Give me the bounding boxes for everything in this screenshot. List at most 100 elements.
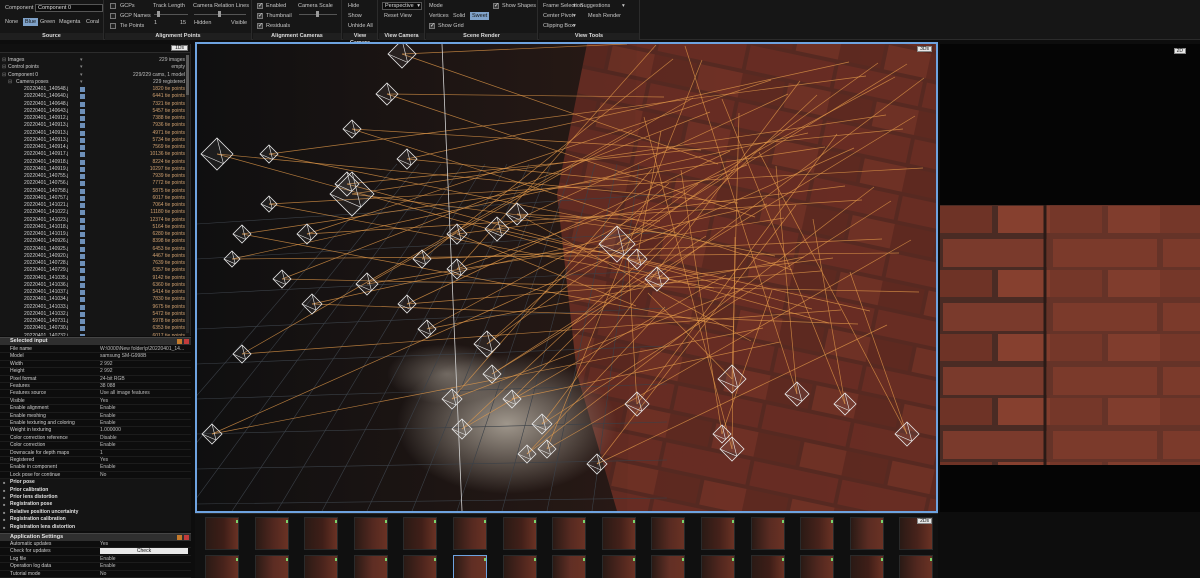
image-thumbnail[interactable] <box>453 555 487 578</box>
tree-item[interactable]: 20220401_140755.j 7939 tie points <box>0 173 190 180</box>
show-shapes-checkbox[interactable] <box>493 2 499 9</box>
image-thumbnail[interactable] <box>403 517 438 550</box>
suggestions-button[interactable]: Suggestions <box>580 3 610 9</box>
property-row[interactable]: Features 38 088 <box>0 383 191 391</box>
property-section[interactable]: Prior calibration <box>0 486 191 494</box>
tree-item[interactable]: 20220401_141032.j 5472 tie points <box>0 311 190 318</box>
residuals-checkbox[interactable] <box>257 22 263 29</box>
image-thumbnail[interactable] <box>800 555 835 578</box>
property-row[interactable]: Features source Use all image features <box>0 390 191 398</box>
image-thumbnail[interactable] <box>651 555 686 578</box>
tree-item[interactable]: 20220401_140913.j 5734 tie points <box>0 137 190 144</box>
image-thumbnail[interactable] <box>651 517 686 550</box>
property-value[interactable]: Enable <box>100 464 188 471</box>
tree-item[interactable]: 20220401_140548.j 1820 tie points <box>0 86 190 93</box>
property-row[interactable]: Enable texturing and coloring Enable <box>0 420 191 428</box>
property-row[interactable]: Model samsung SM-G998B <box>0 353 191 361</box>
tree-item[interactable]: 20220401_140926.j 8398 tie points <box>0 238 190 245</box>
image-thumbnail[interactable] <box>750 555 785 578</box>
setting-row[interactable]: Check for updates Check <box>0 548 191 556</box>
image-thumbnail[interactable] <box>403 555 438 578</box>
frame-selection-chevron-icon[interactable]: ▾ <box>573 3 576 9</box>
property-value[interactable]: Enable <box>100 442 188 449</box>
setting-value[interactable]: Enable <box>100 563 188 570</box>
clipping-box-button[interactable]: Clipping Box <box>543 23 574 29</box>
property-row[interactable]: Height 2 992 <box>0 368 191 376</box>
tree-item[interactable]: 20220401_140912.j 7388 tie points <box>0 115 190 122</box>
viewport-3d-tag[interactable]: 3Ds <box>917 46 932 52</box>
image-thumbnail[interactable] <box>601 517 636 550</box>
tree-item[interactable]: 20220401_141022.j 11180 tie points <box>0 209 190 216</box>
image-thumbnail[interactable] <box>899 555 934 578</box>
image-thumbnail[interactable] <box>353 555 388 578</box>
tree-item[interactable]: 20220401_140917.j 10136 tie points <box>0 151 190 158</box>
image-thumbnail[interactable] <box>205 555 239 578</box>
tree-item[interactable]: 20220401_141036.j 6360 tie points <box>0 282 190 289</box>
property-value[interactable]: No <box>100 472 188 479</box>
tree-item[interactable]: 20220401_141034.j 7830 tie points <box>0 296 190 303</box>
property-row[interactable]: File name W:\0000\New folder\p\20220401_1… <box>0 346 191 354</box>
tree-item[interactable]: 20220401_140918.j 8224 tie points <box>0 159 190 166</box>
property-value[interactable]: Yes <box>100 398 188 405</box>
tree-item[interactable]: 20220401_140913.j 7936 tie points <box>0 122 190 129</box>
mode-sweet[interactable]: Sweet <box>470 12 490 20</box>
tree-item[interactable]: 20220401_140729.j 6357 tie points <box>0 267 190 274</box>
property-section[interactable]: Registration calibration <box>0 516 191 524</box>
tree-item[interactable]: 20220401_140728.j 7639 tie points <box>0 260 190 267</box>
setting-row[interactable]: Operation log data Enable <box>0 563 191 571</box>
property-section[interactable]: Registration lens distortion <box>0 523 191 531</box>
setting-value[interactable]: Enable <box>100 556 188 563</box>
image-thumbnail[interactable] <box>849 555 884 578</box>
tree-item[interactable]: 20220401_141037.j 5414 tie points <box>0 289 190 296</box>
property-value[interactable]: Enable <box>100 405 188 412</box>
viewport-2d[interactable]: 2D <box>940 44 1200 512</box>
camera-relation-slider[interactable] <box>194 11 246 17</box>
property-value[interactable]: Enable <box>100 413 188 420</box>
tree-panel-tag[interactable]: 1Ds <box>171 45 188 51</box>
property-value[interactable]: 24-bit RGB <box>100 376 188 383</box>
tree-item[interactable]: 20220401_140731.j 5978 tie points <box>0 318 190 325</box>
property-row[interactable]: Downscale for depth maps 1 <box>0 450 191 457</box>
color-mode-coral[interactable]: Coral <box>86 19 99 25</box>
image-thumbnail[interactable] <box>205 517 239 550</box>
track-length-slider[interactable] <box>154 11 188 17</box>
tree-item[interactable]: 20220401_141021.j 7064 tie points <box>0 202 190 209</box>
property-row[interactable]: Width 2 992 <box>0 361 191 369</box>
unhide-all-button[interactable]: Unhide All <box>348 23 373 29</box>
tree-item[interactable]: 20220401_140758.j 5875 tie points <box>0 188 190 195</box>
close-icon[interactable] <box>184 339 189 344</box>
image-thumbnail[interactable] <box>701 555 735 578</box>
filmstrip-tag[interactable]: 2Ds <box>917 518 932 524</box>
image-thumbnail[interactable] <box>254 517 289 550</box>
property-row[interactable]: Registered Yes <box>0 457 191 465</box>
property-value[interactable]: 1 <box>100 450 188 457</box>
image-thumbnail[interactable] <box>304 555 339 578</box>
property-value[interactable]: Yes <box>100 457 188 464</box>
mode-vertices[interactable]: Vertices <box>429 13 449 19</box>
selected-input-header[interactable]: Selected input <box>0 337 191 345</box>
chevron-down-icon[interactable]: ▾ <box>80 57 83 64</box>
color-mode-magenta[interactable]: Magenta <box>59 19 80 25</box>
property-row[interactable]: Enable alignment Enable <box>0 405 191 413</box>
pin-icon[interactable] <box>177 535 182 540</box>
tree-item[interactable]: 20220401_141019.j 6280 tie points <box>0 231 190 238</box>
tree-item[interactable]: 20220401_141033.j 9675 tie points <box>0 304 190 311</box>
reset-view-button[interactable]: Reset View <box>384 13 412 19</box>
tree-item[interactable]: ⊟ Component 0 ▾ 229/229 cams, 1 model <box>0 72 190 79</box>
tree-item[interactable]: 20220401_140648.j 7321 tie points <box>0 101 190 108</box>
property-value[interactable]: samsung SM-G998B <box>100 353 188 360</box>
suggestions-chevron-icon[interactable]: ▾ <box>622 3 625 9</box>
setting-row[interactable]: Tutorial mode No <box>0 571 191 578</box>
frame-selection-button[interactable]: Frame Selection <box>543 3 583 9</box>
expand-icon[interactable]: ⊟ <box>2 64 6 71</box>
property-row[interactable]: Enable in component Enable <box>0 464 191 472</box>
setting-row[interactable]: Log file Enable <box>0 556 191 564</box>
color-mode-blue[interactable]: Blue <box>23 18 39 26</box>
tree-item[interactable]: 20220401_140756.j 7772 tie points <box>0 180 190 187</box>
property-section[interactable]: Prior lens distortion <box>0 494 191 502</box>
property-section[interactable]: Registration pose <box>0 501 191 509</box>
enabled-checkbox[interactable] <box>257 2 263 9</box>
center-pivot-button[interactable]: Center Pivot <box>543 13 573 19</box>
property-section[interactable]: Relative position uncertainty <box>0 508 191 517</box>
viewport-3d[interactable]: 3Ds <box>195 42 938 513</box>
